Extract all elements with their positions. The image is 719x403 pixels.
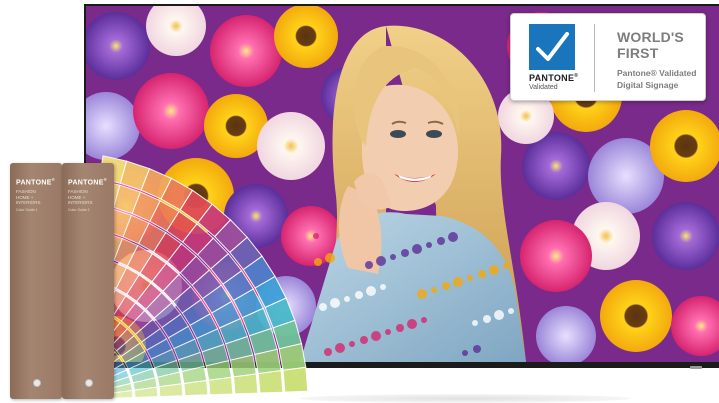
book-subtitle: Color Guide 1 xyxy=(16,208,38,212)
book-title: FASHION HOME + INTERIORS xyxy=(68,189,93,205)
jacket-print-dot xyxy=(401,249,409,257)
jacket-print-dot xyxy=(355,291,363,299)
jacket-print-dot xyxy=(313,233,319,239)
jacket-print-dot xyxy=(489,265,499,275)
flower xyxy=(257,112,325,180)
jacket-print-dot xyxy=(407,319,417,329)
color-swatch xyxy=(232,373,259,395)
jacket-print-dot xyxy=(478,270,486,278)
color-guide-book-1: PANTONE® FASHION HOME + INTERIORS Color … xyxy=(10,163,62,399)
flower xyxy=(256,276,316,336)
jacket-print-dot xyxy=(503,263,509,269)
jacket-print-dot xyxy=(385,329,391,335)
color-swatch xyxy=(257,370,284,394)
flower xyxy=(520,220,592,292)
color-swatch xyxy=(282,366,309,393)
jacket-print-dot xyxy=(473,345,481,353)
color-swatch xyxy=(208,376,234,396)
color-swatch xyxy=(181,365,208,385)
checkmark-icon xyxy=(529,24,575,70)
book-rivet xyxy=(85,379,93,387)
jacket-print-dot xyxy=(360,336,368,344)
book-brand: PANTONE® xyxy=(68,177,107,187)
book-title: FASHION HOME + INTERIORS xyxy=(16,189,41,205)
flower xyxy=(650,110,719,182)
jacket-print-dot xyxy=(472,320,478,326)
jacket-print-dot xyxy=(426,242,432,248)
jacket-print-dot xyxy=(344,296,350,302)
jacket-print-dot xyxy=(390,254,396,260)
badge-headline: WORLD'S FIRST xyxy=(617,29,684,61)
color-swatch xyxy=(183,379,209,397)
book-rivet xyxy=(33,379,41,387)
flower xyxy=(224,184,288,248)
jacket-print-dot xyxy=(365,261,373,269)
jacket-print-dot xyxy=(421,317,427,323)
jacket-print-dot xyxy=(330,298,340,308)
pantone-validated-badge: PANTONE® Validated WORLD'S FIRST Pantone… xyxy=(510,13,706,101)
jacket-print-dot xyxy=(396,324,404,332)
jacket-print-dot xyxy=(431,287,437,293)
jacket-print-dot xyxy=(376,256,386,266)
jacket-print-dot xyxy=(462,350,468,356)
badge-tagline-1: Pantone® Validated xyxy=(617,68,697,78)
jacket-print-dot xyxy=(314,258,322,266)
color-swatch xyxy=(156,371,183,388)
flower xyxy=(274,6,338,68)
flower xyxy=(600,280,672,352)
jacket-print-dot xyxy=(448,232,458,242)
jacket-print-dot xyxy=(417,289,427,299)
jacket-print-dot xyxy=(335,343,345,353)
flower xyxy=(192,262,260,330)
display-indicator xyxy=(690,366,702,369)
jacket-print-dot xyxy=(437,237,445,245)
jacket-print-dot xyxy=(349,341,355,347)
jacket-print-dot xyxy=(494,310,504,320)
jacket-print-dot xyxy=(442,282,450,290)
flower xyxy=(210,15,282,87)
flower xyxy=(133,73,209,149)
color-swatch xyxy=(130,367,157,384)
jacket-print-dot xyxy=(324,348,332,356)
jacket-print-dot xyxy=(371,331,381,341)
color-swatch xyxy=(132,377,158,391)
flower xyxy=(110,250,182,322)
jacket-print-dot xyxy=(366,286,376,296)
jacket-print-dot xyxy=(319,303,327,311)
product-photo: PANTONE® Validated WORLD'S FIRST Pantone… xyxy=(0,0,719,403)
jacket-print-dot xyxy=(412,244,422,254)
badge-brand: PANTONE® xyxy=(529,73,579,83)
book-brand: PANTONE® xyxy=(16,177,55,187)
badge-brand-sub: Validated xyxy=(529,84,558,91)
flower xyxy=(652,202,719,270)
jacket-print-dot xyxy=(508,308,514,314)
color-guide-book-2: PANTONE® FASHION HOME + INTERIORS Color … xyxy=(62,163,114,399)
color-swatch xyxy=(158,383,184,398)
jacket-print-dot xyxy=(467,275,473,281)
jacket-print-dot xyxy=(325,253,335,263)
book-subtitle: Color Guide 2 xyxy=(68,208,90,212)
badge-divider xyxy=(594,24,595,92)
jacket-print-dot xyxy=(380,284,386,290)
floor-shadow xyxy=(300,394,630,403)
color-swatch xyxy=(133,386,159,398)
jacket-print-dot xyxy=(483,315,491,323)
jacket-print-dot xyxy=(453,277,463,287)
flower xyxy=(158,158,234,234)
badge-tagline-2: Digital Signage xyxy=(617,80,679,90)
